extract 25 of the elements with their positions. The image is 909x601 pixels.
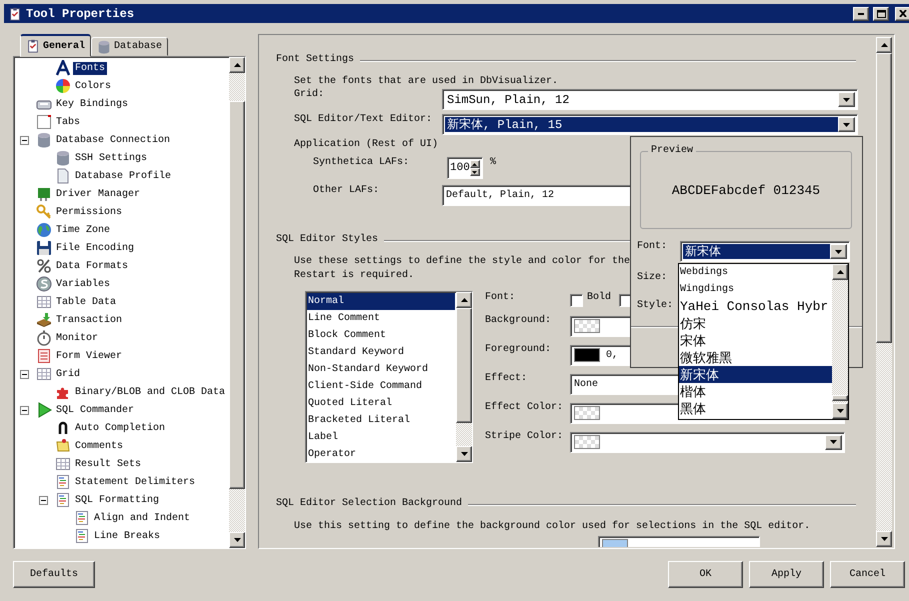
field-label: Font: — [637, 241, 668, 252]
section-title: SQL Editor Selection Background — [276, 498, 462, 509]
checkbox-label: Bold — [587, 292, 612, 303]
description-text: Use these settings to define the style and color for the — [294, 255, 630, 269]
field-label: Stripe Color: — [485, 431, 564, 442]
description-text: Set the fonts that are used in DbVisualizer. — [294, 76, 558, 87]
description-text: Restart is required. — [294, 269, 414, 283]
field-label: Style: — [637, 300, 674, 311]
field-label: Effect: — [485, 373, 528, 384]
field-label: Synthetica LAFs: — [313, 157, 410, 168]
section-title: SQL Editor Styles — [276, 234, 378, 245]
field-label: Foreground: — [485, 344, 552, 355]
field-label: Other LAFs: — [313, 185, 380, 196]
field-label: Size: — [637, 272, 668, 283]
section-title: Font Settings — [276, 54, 354, 65]
window-title: Tool Properties — [26, 6, 136, 20]
group-label: Application (Rest of UI) — [294, 139, 438, 150]
field-label: Effect Color: — [485, 402, 564, 413]
unit-label: % — [490, 157, 496, 168]
description-text: Use this setting to define the background color used for selections in the SQL editor. — [294, 521, 810, 532]
field-label: Grid: — [294, 89, 326, 100]
field-label: Background: — [485, 315, 552, 326]
field-label: Font: — [485, 292, 516, 303]
preview-text: ABCDEFabcdef 012345 — [672, 182, 820, 198]
field-label: SQL Editor/Text Editor: — [294, 114, 434, 125]
